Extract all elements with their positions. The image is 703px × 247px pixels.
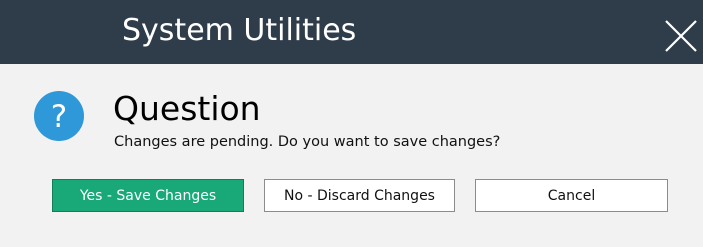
yes-save-changes-button[interactable]: Yes - Save Changes [52, 179, 244, 212]
dialog-heading: Question [113, 89, 261, 128]
window-title: System Utilities [122, 13, 357, 48]
close-icon[interactable] [664, 19, 698, 53]
cancel-button[interactable]: Cancel [475, 179, 668, 212]
dialog-message: Changes are pending. Do you want to save… [114, 134, 501, 150]
title-bar: System Utilities [0, 0, 703, 64]
dialog-window: System Utilities ? Question Changes are … [0, 0, 703, 247]
question-icon: ? [34, 91, 84, 141]
no-discard-changes-button[interactable]: No - Discard Changes [264, 179, 455, 212]
svg-text:?: ? [51, 99, 67, 135]
